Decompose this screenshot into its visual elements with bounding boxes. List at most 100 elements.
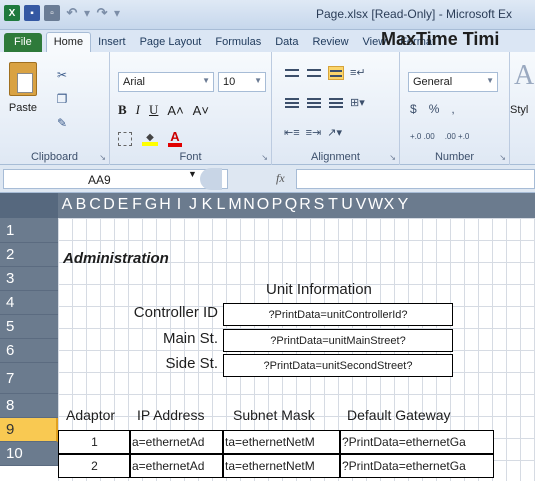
increase-decimal-icon[interactable]: +.0 .00	[410, 132, 435, 141]
undo-icon[interactable]: ↶	[64, 5, 80, 21]
column-header[interactable]: H	[158, 196, 172, 214]
column-header[interactable]: E	[116, 196, 130, 214]
column-header[interactable]: P	[270, 196, 284, 214]
insert-function-icon[interactable]: fx	[276, 171, 285, 186]
row-header[interactable]: 1	[0, 218, 58, 243]
column-header[interactable]: C	[88, 196, 102, 214]
table-cell-ip[interactable]: a=ethernetAd	[130, 430, 223, 454]
styles-icon[interactable]: A	[514, 60, 534, 92]
column-header[interactable]: M	[228, 196, 242, 214]
italic-icon[interactable]: I	[136, 102, 140, 118]
row-header[interactable]: 2	[0, 243, 58, 267]
column-header[interactable]: B	[74, 196, 88, 214]
chevron-down-icon[interactable]: ▼	[188, 169, 197, 179]
tab-page-layout[interactable]: Page Layout	[133, 33, 209, 52]
font-launcher-icon[interactable]: ↘	[261, 153, 268, 162]
row-header[interactable]: 4	[0, 291, 58, 315]
customize-qat-icon[interactable]: ▾	[114, 6, 120, 20]
excel-logo-icon[interactable]: X	[4, 5, 20, 21]
align-top-icon[interactable]	[284, 66, 300, 80]
table-cell-ip[interactable]: a=ethernetAd	[130, 454, 223, 478]
merge-center-icon[interactable]: ⊞▾	[350, 96, 365, 110]
column-header[interactable]: A	[60, 196, 74, 214]
font-color-icon[interactable]: A	[168, 130, 182, 147]
align-middle-icon[interactable]	[306, 66, 322, 80]
tab-formulas[interactable]: Formulas	[208, 33, 268, 52]
decrease-indent-icon[interactable]: ⇤≡	[284, 126, 300, 139]
increase-indent-icon[interactable]: ≡⇥	[306, 126, 322, 139]
table-cell-gateway[interactable]: ?PrintData=ethernetGa	[340, 454, 494, 478]
row-header[interactable]: 8	[0, 394, 58, 418]
alignment-launcher-icon[interactable]: ↘	[389, 153, 396, 162]
column-header[interactable]: L	[214, 196, 228, 214]
side-street-value[interactable]: ?PrintData=unitSecondStreet?	[223, 354, 453, 377]
print-preview-icon[interactable]: ▫	[44, 5, 60, 21]
row-header[interactable]: 7	[0, 363, 58, 394]
tab-review[interactable]: Review	[305, 33, 355, 52]
borders-icon[interactable]	[118, 131, 132, 146]
column-header[interactable]: D	[102, 196, 116, 214]
align-bottom-icon[interactable]	[328, 66, 344, 80]
fill-color-icon[interactable]: ◆	[142, 132, 158, 146]
table-cell-adaptor[interactable]: 1	[58, 430, 130, 454]
column-header[interactable]: T	[326, 196, 340, 214]
column-header[interactable]: Y	[396, 196, 410, 214]
wrap-text-icon[interactable]: ≡↵	[350, 66, 366, 80]
row-header[interactable]: 10	[0, 442, 58, 466]
column-header[interactable]: R	[298, 196, 312, 214]
table-cell-subnet[interactable]: ta=ethernetNetM	[223, 454, 340, 478]
tab-insert[interactable]: Insert	[91, 33, 133, 52]
clipboard-launcher-icon[interactable]: ↘	[99, 153, 106, 162]
orientation-icon[interactable]: ↗▾	[327, 126, 342, 139]
column-header[interactable]: J	[186, 196, 200, 214]
controller-id-value[interactable]: ?PrintData=unitControllerId?	[223, 303, 453, 326]
align-center-icon[interactable]	[306, 96, 322, 110]
currency-icon[interactable]: $	[410, 102, 417, 116]
tab-home[interactable]: Home	[45, 32, 92, 52]
row-header[interactable]: 6	[0, 339, 58, 363]
tab-data[interactable]: Data	[268, 33, 305, 52]
copy-icon[interactable]: ❐	[54, 92, 70, 108]
column-header[interactable]: X	[382, 196, 396, 214]
undo-dropdown-icon[interactable]: ▾	[84, 6, 90, 20]
comma-style-icon[interactable]: ,	[451, 102, 454, 116]
font-name-select[interactable]: Arial ▼	[118, 72, 214, 92]
underline-icon[interactable]: U	[149, 102, 158, 118]
shrink-font-icon[interactable]: A˅	[193, 103, 209, 118]
row-header[interactable]: 3	[0, 267, 58, 291]
column-header[interactable]: K	[200, 196, 214, 214]
paste-button[interactable]: Paste	[4, 62, 42, 144]
column-header[interactable]: W	[368, 196, 383, 214]
row-header[interactable]: 9	[0, 418, 58, 442]
align-left-icon[interactable]	[284, 96, 300, 110]
number-launcher-icon[interactable]: ↘	[499, 153, 506, 162]
styles-label[interactable]: Styl	[510, 104, 528, 116]
format-painter-icon[interactable]: ✎	[54, 116, 70, 132]
cut-icon[interactable]: ✂	[54, 68, 70, 84]
column-header[interactable]: O	[256, 196, 270, 214]
column-header[interactable]: I	[172, 196, 186, 214]
table-cell-gateway[interactable]: ?PrintData=ethernetGa	[340, 430, 494, 454]
table-cell-subnet[interactable]: ta=ethernetNetM	[223, 430, 340, 454]
percent-icon[interactable]: %	[429, 102, 440, 116]
formula-input[interactable]	[296, 169, 535, 189]
save-icon[interactable]: ▪	[24, 5, 40, 21]
column-header[interactable]: G	[144, 196, 158, 214]
main-street-value[interactable]: ?PrintData=unitMainStreet?	[223, 329, 453, 352]
font-size-select[interactable]: 10 ▼	[218, 72, 266, 92]
redo-icon[interactable]: ↷	[94, 5, 110, 21]
column-header[interactable]: Q	[284, 196, 298, 214]
tab-file[interactable]: File	[4, 33, 42, 52]
bold-icon[interactable]: B	[118, 102, 127, 118]
column-header[interactable]: V	[354, 196, 368, 214]
column-header[interactable]: S	[312, 196, 326, 214]
row-header[interactable]: 5	[0, 315, 58, 339]
select-all-corner[interactable]	[0, 193, 58, 218]
number-format-select[interactable]: General ▼	[408, 72, 498, 92]
column-header[interactable]: N	[242, 196, 256, 214]
grow-font-icon[interactable]: A˄	[167, 103, 183, 118]
table-cell-adaptor[interactable]: 2	[58, 454, 130, 478]
column-header[interactable]: U	[340, 196, 354, 214]
decrease-decimal-icon[interactable]: .00 +.0	[445, 132, 470, 141]
column-header[interactable]: F	[130, 196, 144, 214]
